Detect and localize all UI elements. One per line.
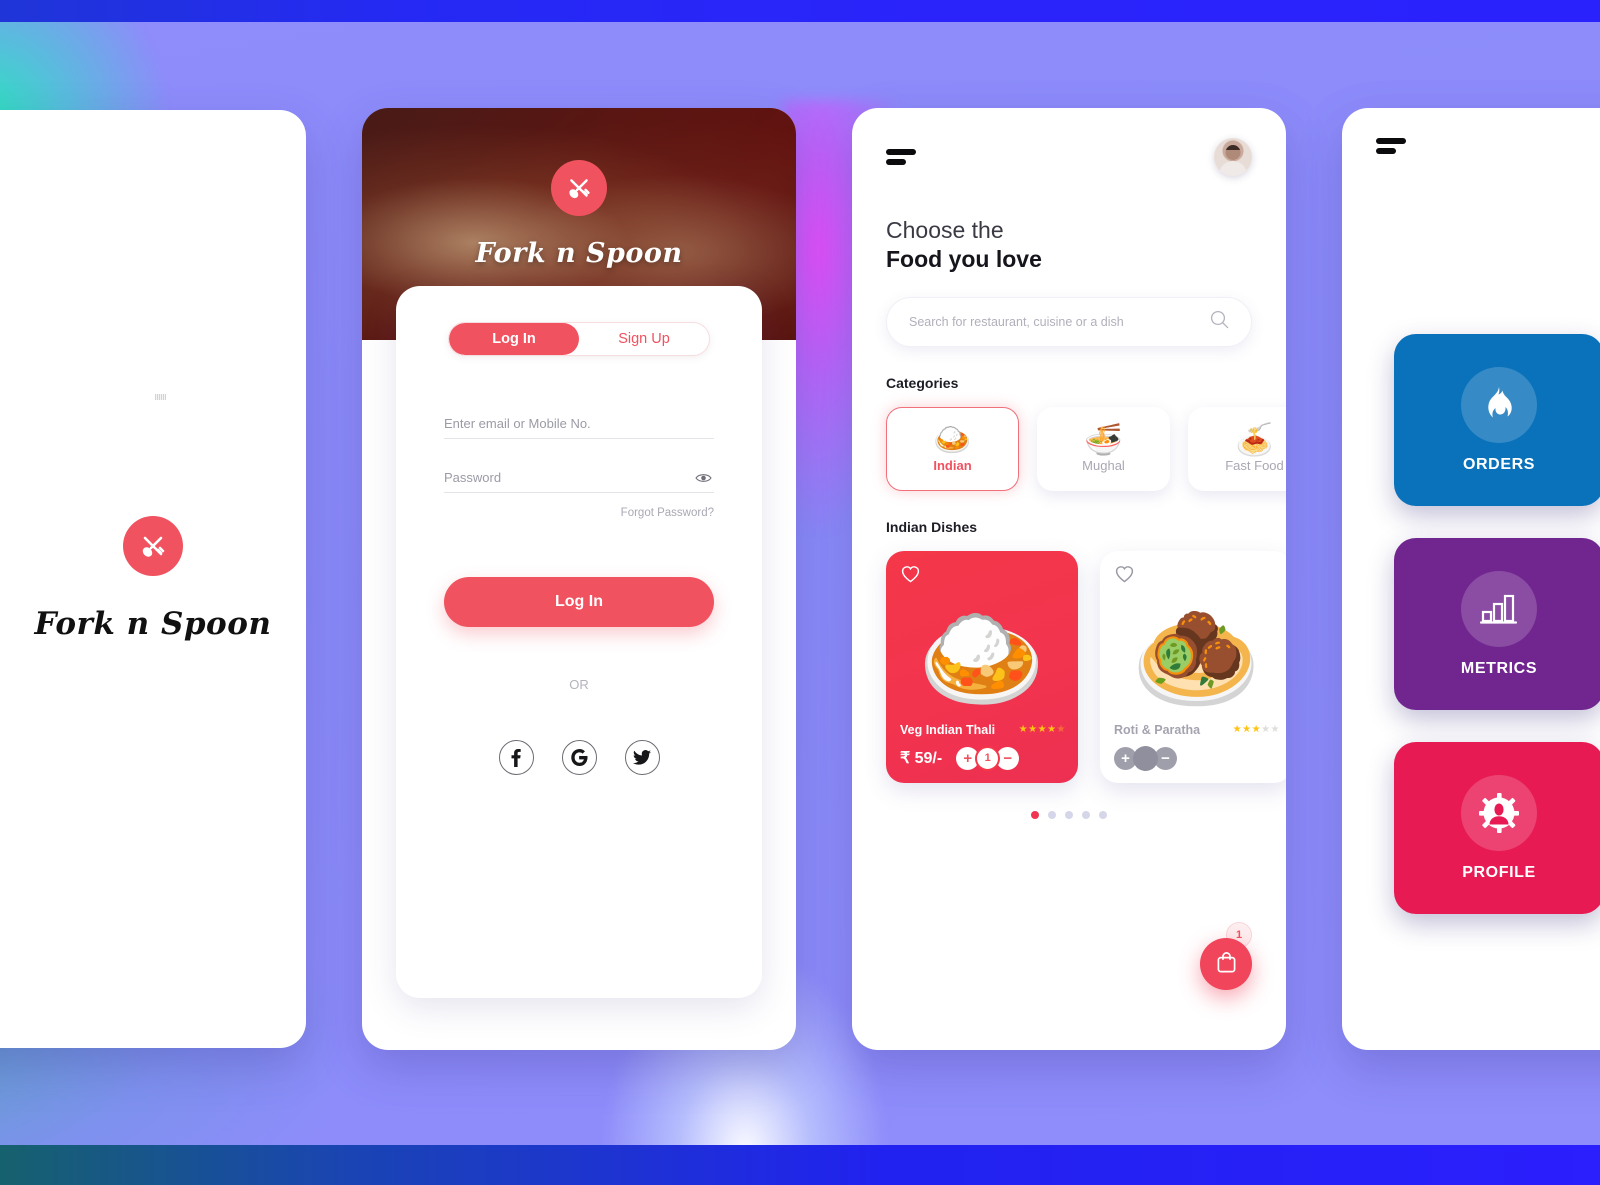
heart-icon[interactable]	[901, 565, 920, 583]
hamburger-icon[interactable]	[886, 149, 916, 165]
shopping-bag-icon	[1215, 950, 1238, 979]
category-label: Fast Food	[1225, 458, 1284, 474]
curry-icon: 🍜	[1084, 422, 1123, 458]
dish-card-veg-indian-thali[interactable]: 🍛 Veg Indian Thali ★★★★★ ₹ 59/- + 1 −	[886, 550, 1078, 783]
phone-menu-screen: ORDERS METRICS PROFILE	[1342, 108, 1600, 1050]
carousel-pagination	[886, 810, 1252, 819]
tile-label: PROFILE	[1462, 863, 1536, 881]
pagination-dot[interactable]	[1031, 810, 1039, 819]
splash-content: Fork n Spoon	[0, 110, 306, 1048]
dish-image: 🧆	[1131, 600, 1261, 717]
pagination-dot[interactable]	[1099, 810, 1107, 819]
background-band-top	[0, 0, 1600, 22]
social-login-row	[444, 740, 714, 775]
dish-name: Veg Indian Thali	[900, 722, 996, 737]
pagination-dot[interactable]	[1065, 810, 1073, 819]
tile-label: ORDERS	[1462, 455, 1536, 473]
facebook-icon[interactable]	[498, 740, 534, 775]
spaghetti-icon: 🍝	[1235, 422, 1274, 458]
bar-chart-icon	[1461, 570, 1537, 647]
dish-name: Roti & Paratha	[1114, 722, 1201, 737]
heading-line-2: Food you love	[886, 246, 1042, 273]
eye-icon[interactable]	[695, 471, 712, 483]
heart-icon[interactable]	[1115, 565, 1134, 583]
categories-row: 🍛 Indian 🍜 Mughal 🍝 Fast Food	[886, 406, 1286, 491]
dish-footer: + −	[1114, 745, 1282, 771]
rating-stars: ★★★★★	[1018, 724, 1066, 736]
auth-tabs: Log In Sign Up	[448, 322, 710, 356]
home-topbar	[886, 138, 1252, 176]
menu-content: ORDERS METRICS PROFILE	[1342, 108, 1600, 1050]
phone-splash-screen: Fork n Spoon	[0, 110, 306, 1048]
login-card: Log In Sign Up Enter email or Mobile No.…	[396, 286, 762, 998]
dish-footer: ₹ 59/- + 1 −	[900, 745, 1068, 771]
categories-title: Categories	[886, 374, 959, 391]
thali-icon: 🍛	[933, 422, 972, 458]
rating-stars: ★★★★★	[1232, 724, 1280, 736]
menu-tiles: ORDERS METRICS PROFILE	[1376, 334, 1600, 914]
twitter-icon[interactable]	[624, 740, 660, 775]
hamburger-icon[interactable]	[1376, 138, 1406, 154]
user-avatar[interactable]	[1214, 138, 1252, 176]
quantity-value: 1	[975, 745, 1001, 771]
forgot-password-link[interactable]: Forgot Password?	[444, 507, 714, 519]
login-submit-button[interactable]: Log In	[444, 577, 714, 627]
dish-price: ₹ 59/-	[900, 750, 943, 768]
category-fast-food[interactable]: 🍝 Fast Food	[1188, 406, 1286, 491]
phone-home-screen: Choose the Food you love Categories 🍛 In…	[852, 108, 1286, 1050]
category-mughal[interactable]: 🍜 Mughal	[1037, 406, 1170, 491]
quantity-value	[1133, 745, 1158, 771]
splash-brand-name: Fork n Spoon	[34, 606, 272, 642]
category-label: Indian	[933, 458, 972, 474]
email-field[interactable]: Enter email or Mobile No.	[444, 408, 714, 439]
dish-image: 🍛	[917, 600, 1047, 717]
or-divider-label: OR	[569, 677, 589, 692]
tab-sign-up[interactable]: Sign Up	[579, 323, 709, 355]
dishes-title: Indian Dishes	[886, 518, 978, 535]
background-band-bottom	[0, 1145, 1600, 1185]
search-input[interactable]	[909, 314, 1210, 329]
cart-button[interactable]	[1200, 938, 1252, 990]
login-brand-block: Fork n Spoon	[362, 160, 796, 269]
quantity-stepper: + 1 −	[956, 745, 1020, 771]
password-field-wrap: Password	[444, 462, 714, 493]
flame-icon	[1461, 366, 1537, 443]
tile-metrics[interactable]: METRICS	[1394, 538, 1600, 710]
page-title: Choose the Food you love	[886, 216, 1252, 275]
tile-profile[interactable]: PROFILE	[1394, 742, 1600, 914]
search-bar	[886, 296, 1252, 347]
gear-user-icon	[1461, 774, 1537, 851]
login-brand-name: Fork n Spoon	[475, 238, 683, 269]
tab-log-in[interactable]: Log In	[449, 323, 579, 355]
fork-spoon-pin-icon	[123, 516, 183, 576]
tile-orders[interactable]: ORDERS	[1394, 334, 1600, 506]
google-icon[interactable]	[561, 740, 597, 775]
category-label: Mughal	[1082, 458, 1125, 474]
dish-meta: Roti & Paratha ★★★★★	[1114, 723, 1280, 737]
home-content: Choose the Food you love Categories 🍛 In…	[852, 108, 1286, 1050]
email-field-wrap: Enter email or Mobile No.	[444, 408, 714, 439]
pagination-dot[interactable]	[1082, 810, 1090, 819]
category-indian[interactable]: 🍛 Indian	[886, 406, 1019, 491]
search-icon[interactable]	[1210, 310, 1229, 334]
heading-line-1: Choose the	[886, 217, 1004, 243]
tile-label: METRICS	[1460, 659, 1538, 677]
password-field[interactable]: Password	[444, 462, 714, 493]
dish-meta: Veg Indian Thali ★★★★★	[900, 723, 1066, 737]
fork-spoon-pin-icon	[551, 160, 607, 216]
phone-login-screen: Fork n Spoon Log In Sign Up Enter email …	[362, 108, 796, 1050]
dish-card-roti-paratha[interactable]: 🧆 Roti & Paratha ★★★★★ + −	[1100, 550, 1286, 783]
dishes-row: 🍛 Veg Indian Thali ★★★★★ ₹ 59/- + 1 − 🧆 …	[886, 550, 1286, 783]
pagination-dot[interactable]	[1048, 810, 1056, 819]
quantity-stepper: + −	[1114, 745, 1177, 771]
